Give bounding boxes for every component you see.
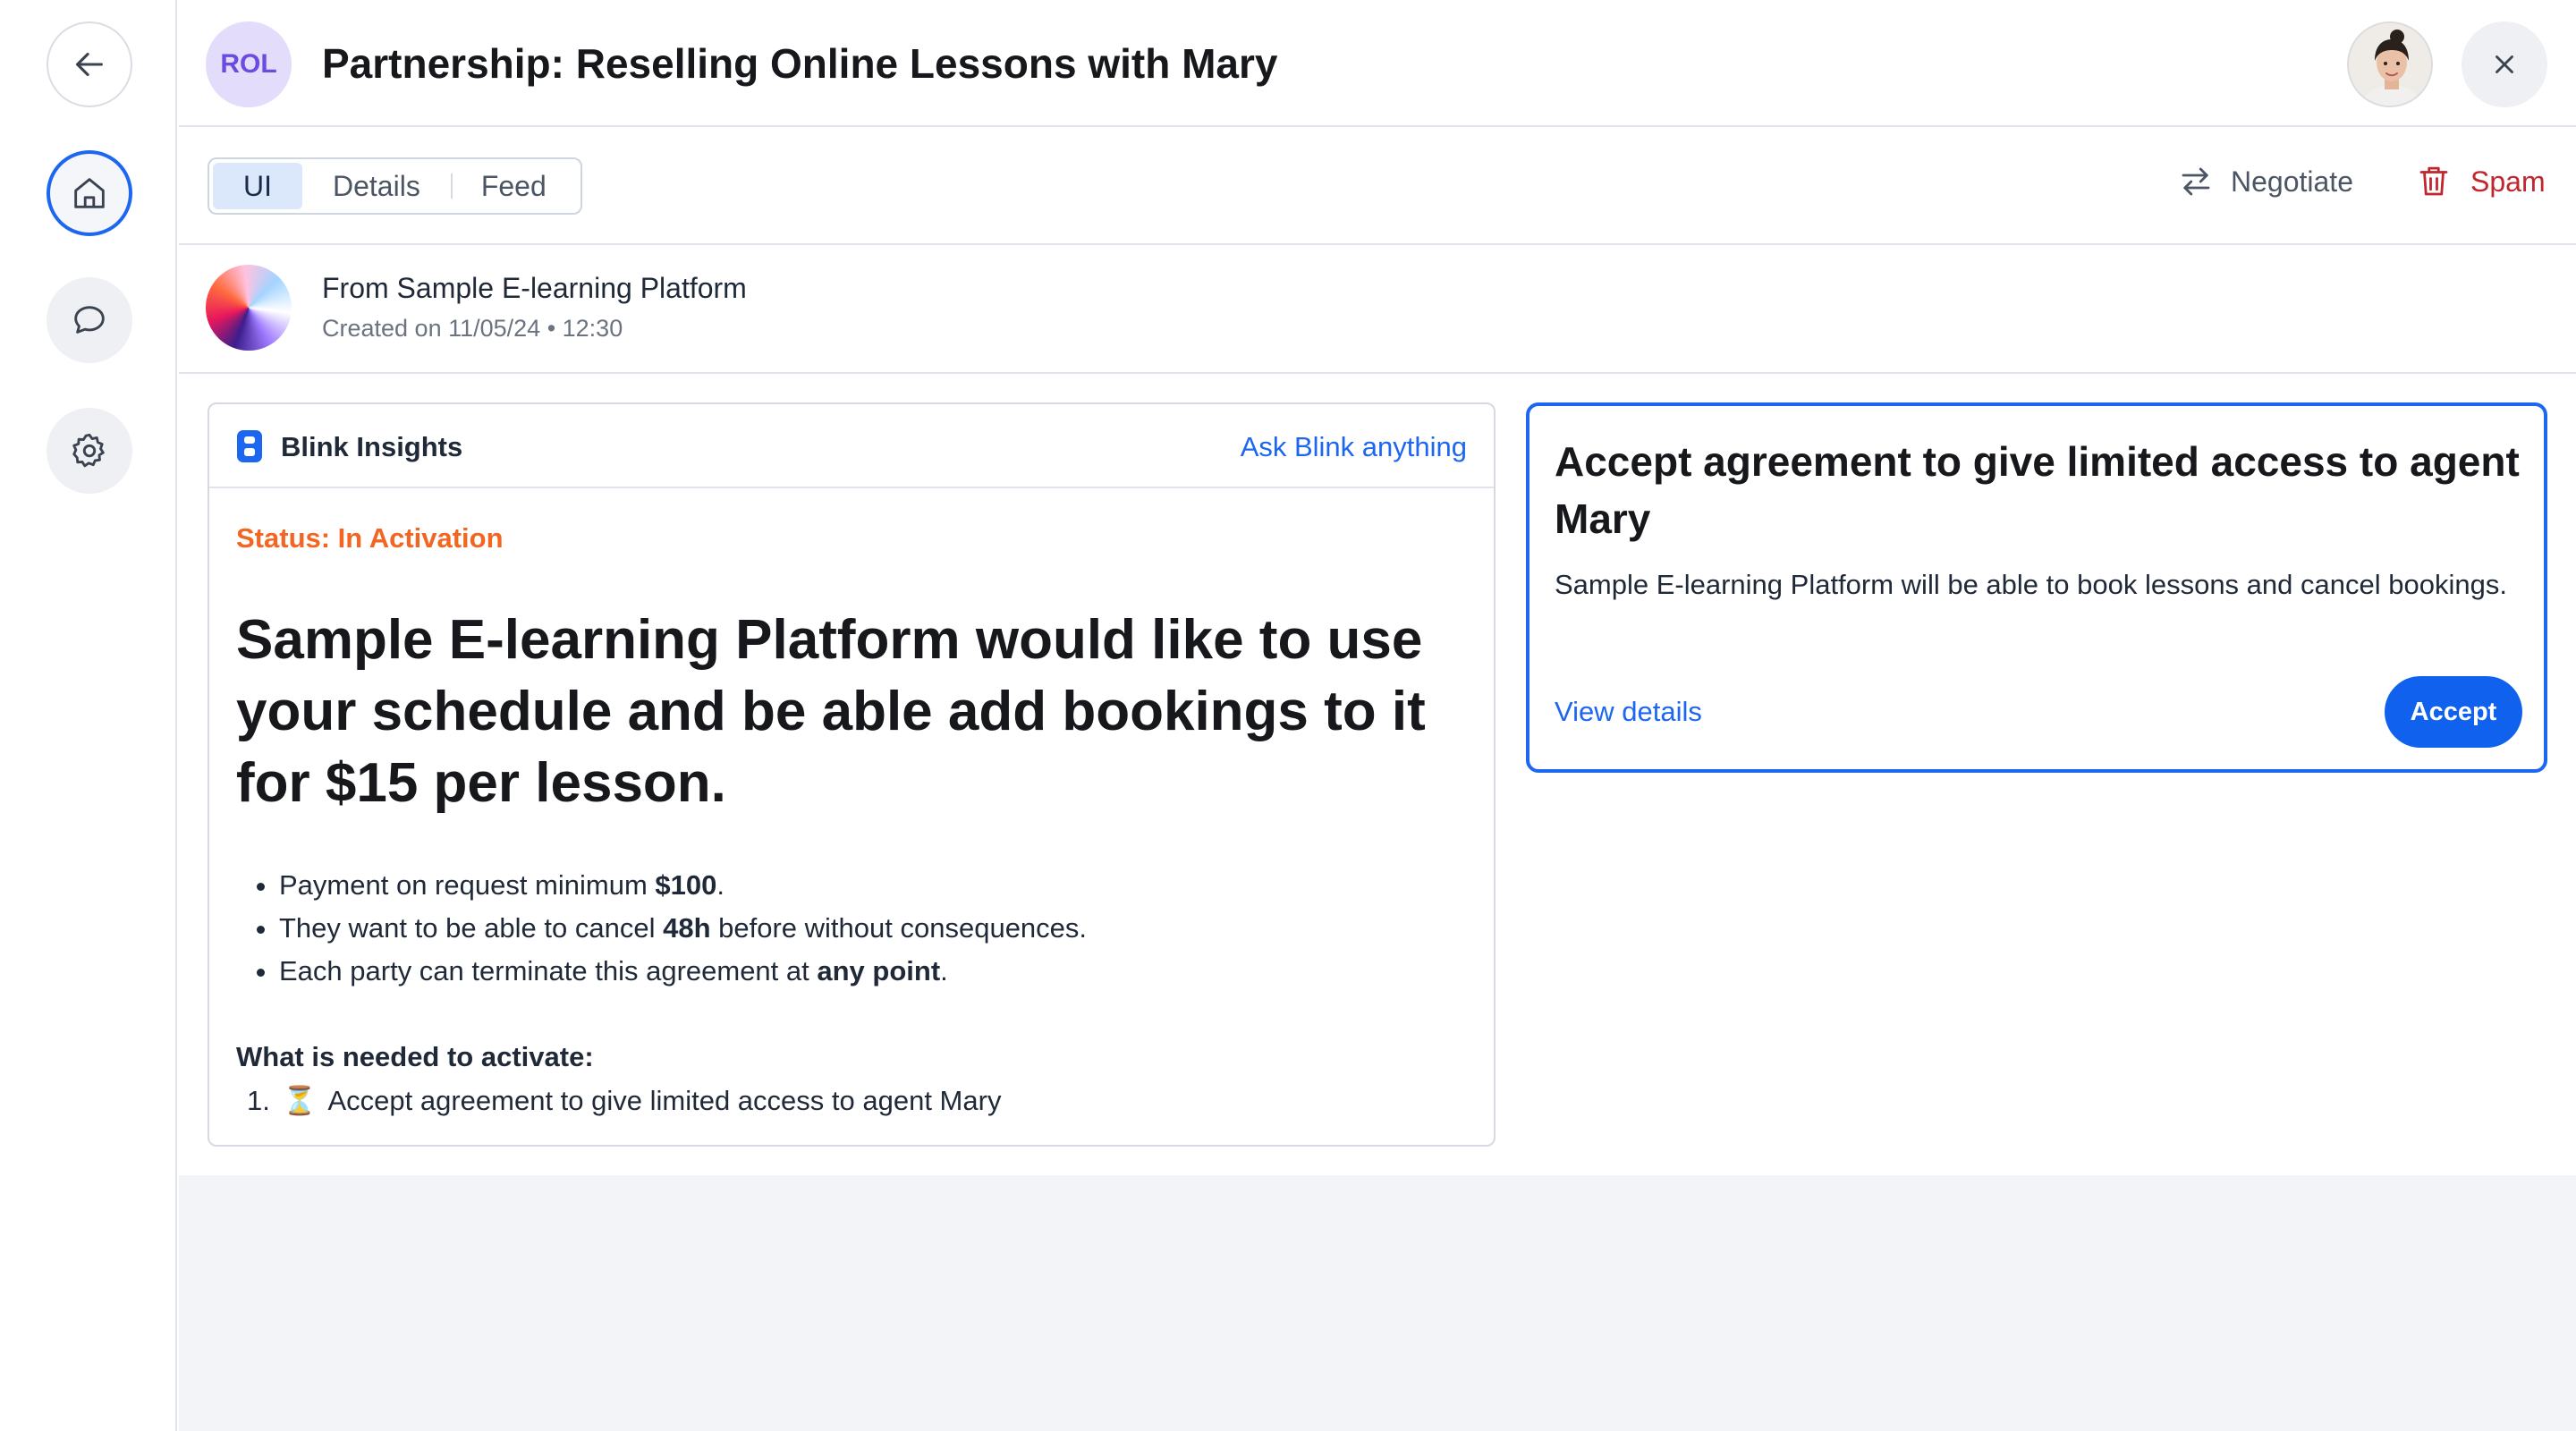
page-title: Partnership: Reselling Online Lessons wi… [322,40,1278,87]
status-badge: Status: In Activation [236,522,504,554]
list-item: Payment on request minimum $100. [279,864,1087,907]
negotiate-button[interactable]: Negotiate [2177,163,2353,200]
home-button[interactable] [47,150,132,236]
blink-logo-icon [237,430,262,462]
partnership-badge: ROL [206,21,292,107]
content-background [179,1175,2576,1431]
home-icon [74,178,105,208]
terms-list: Payment on request minimum $100. They wa… [279,864,1087,993]
insights-card: Blink Insights Ask Blink anything Status… [208,402,1496,1147]
list-item: They want to be able to cancel 48h befor… [279,907,1087,950]
accept-button[interactable]: Accept [2385,676,2522,748]
tab-details[interactable]: Details [302,163,451,209]
sender-logo [206,265,292,351]
action-title: Accept agreement to give limited access … [1555,438,2520,542]
view-tabs: UI Details Feed [208,157,582,215]
user-photo-icon [2349,23,2431,106]
list-item: 1. ⏳ Accept agreement to give limited ac… [247,1084,1002,1117]
created-timestamp: Created on 11/05/24 • 12:30 [322,315,623,342]
spam-button[interactable]: Spam [2415,163,2546,200]
action-card: Accept agreement to give limited access … [1526,402,2547,773]
ask-blink-link[interactable]: Ask Blink anything [1241,431,1467,463]
close-button[interactable] [2462,21,2547,107]
arrow-left-icon [76,52,103,77]
insights-title: Blink Insights [281,431,463,462]
sender-info: From Sample E-learning Platform Created … [179,245,2576,374]
chat-button[interactable] [47,277,132,363]
tab-feed[interactable]: Feed [450,163,577,209]
negotiate-label: Negotiate [2231,165,2353,198]
view-details-link[interactable]: View details [1555,696,1702,728]
insights-header: Blink Insights Ask Blink anything [209,404,1494,488]
sender-name: From Sample E-learning Platform [322,272,747,304]
tab-ui[interactable]: UI [213,163,302,209]
page-header: ROL Partnership: Reselling Online Lesson… [179,0,2576,127]
list-item: Each party can terminate this agreement … [279,950,1087,993]
spam-label: Spam [2470,165,2546,198]
toolbar: UI Details Feed Negotiate Spam [179,127,2576,245]
chat-icon [74,306,105,334]
settings-button[interactable] [47,408,132,494]
action-description: Sample E-learning Platform will be able … [1555,569,2507,600]
gear-icon [72,433,105,468]
activation-heading: What is needed to activate: [236,1041,594,1072]
hourglass-icon: ⏳ [282,1085,318,1116]
left-rail [0,0,177,1431]
swap-arrows-icon [2182,167,2210,196]
avatar[interactable] [2347,21,2433,107]
trash-icon [2419,166,2448,196]
activation-steps: 1. ⏳ Accept agreement to give limited ac… [247,1084,1001,1117]
close-icon [2496,55,2513,73]
back-button[interactable] [47,21,132,107]
insights-headline: Sample E-learning Platform would like to… [236,609,1426,814]
